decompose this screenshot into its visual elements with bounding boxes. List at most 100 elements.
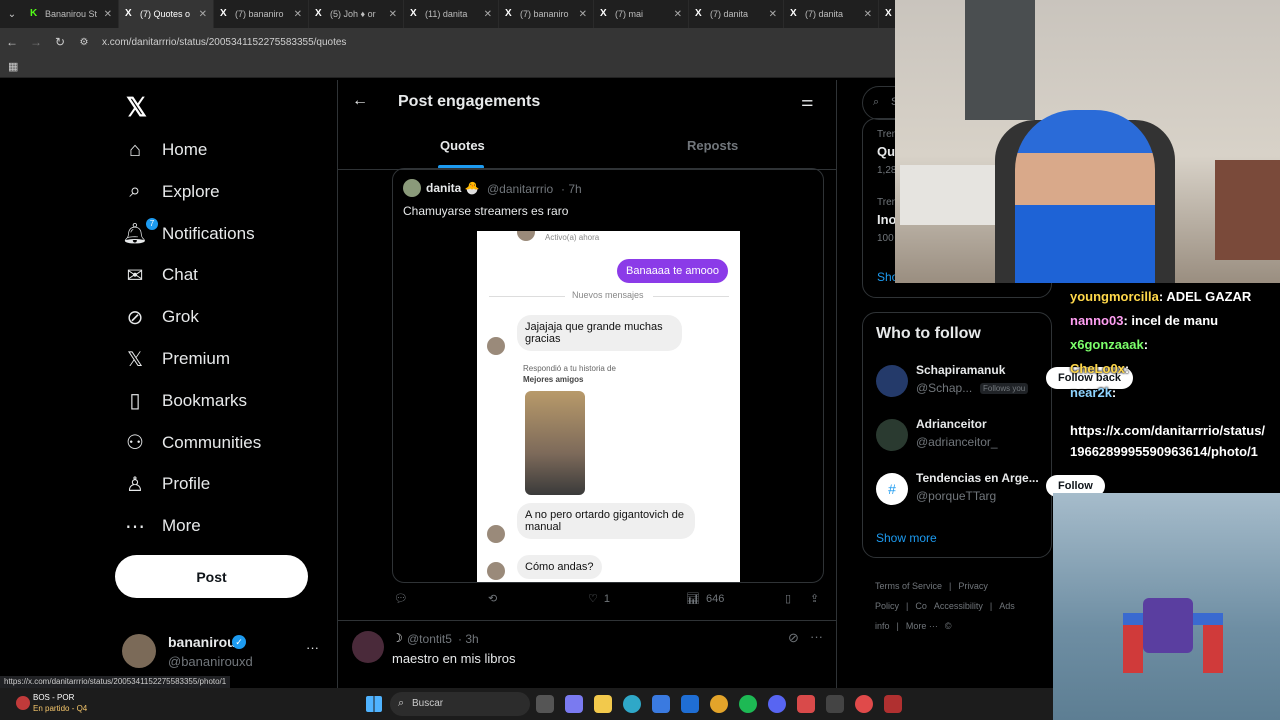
mail-icon: ✉ (126, 264, 144, 287)
follows-you-badge: Follows you (980, 383, 1029, 394)
views-button[interactable]: 📊︎ 646 (686, 592, 724, 606)
trend-name[interactable]: Ino (877, 212, 897, 227)
browser-tab[interactable]: X (7) Quotes o ✕ (119, 0, 214, 28)
bookmark-button[interactable]: ▯ (785, 592, 791, 605)
tab-close-icon[interactable]: ✕ (674, 9, 682, 20)
post-author-name[interactable]: ☽ (392, 631, 403, 645)
nav-item-explore[interactable]: ⌕ Explore (122, 174, 219, 210)
apps-grid-icon[interactable]: ▦ (8, 60, 18, 73)
repost-button[interactable]: ⟲ (488, 592, 497, 605)
post-author-name[interactable]: danita 🐣 (426, 181, 480, 195)
suggestion-name[interactable]: Tendencias en Arge... (916, 471, 1039, 485)
tab-close-icon[interactable]: ✕ (104, 9, 112, 20)
filter-settings-icon[interactable]: ⚌ (801, 93, 814, 110)
app-icon[interactable] (883, 695, 902, 713)
tab-title: (11) danita (425, 9, 468, 19)
post-author-handle[interactable]: @tontit5 (407, 632, 452, 646)
copilot-icon[interactable] (564, 695, 583, 713)
site-info-icon[interactable]: ⚙ (72, 37, 96, 48)
nav-item-notifications[interactable]: 🔔︎ 7 Notifications (122, 216, 255, 252)
nav-item-bookmarks[interactable]: ▯ Bookmarks (122, 383, 247, 419)
post-text: maestro en mis libros (392, 651, 516, 666)
store-icon[interactable] (651, 695, 670, 713)
taskbar-search[interactable]: ⌕ Buscar (390, 692, 530, 716)
post-time: · 3h (458, 632, 479, 646)
footer-link[interactable]: Accessibility (934, 601, 983, 611)
footer-link[interactable]: Terms of Service (875, 581, 942, 591)
account-more-icon[interactable]: ··· (306, 640, 319, 655)
share-button[interactable]: ⇪ (810, 592, 819, 605)
show-more-link[interactable]: Show more (876, 531, 937, 545)
quoted-post[interactable]: danita 🐣 @danitarrrio · 7h Chamuyarse st… (392, 168, 824, 583)
footer-link[interactable]: © (945, 621, 952, 631)
nav-item-more[interactable]: ⋯ More (122, 508, 201, 544)
nav-item-chat[interactable]: ✉ Chat (122, 257, 198, 293)
footer-link[interactable]: More ··· (906, 621, 938, 631)
spotify-icon[interactable] (738, 695, 757, 713)
url-input[interactable]: x.com/danitarrrio/status/200534115227558… (102, 37, 346, 48)
footer-link[interactable]: Co (915, 601, 927, 611)
back-arrow-icon[interactable]: ← (0, 35, 24, 49)
browser-tab[interactable]: X (7) bananiro ✕ (499, 0, 594, 28)
edge-icon[interactable] (622, 695, 641, 713)
nav-item-profile[interactable]: ♙ Profile (122, 466, 210, 502)
browser-tab[interactable]: X (11) danita ✕ (404, 0, 499, 28)
outlook-icon[interactable] (680, 695, 699, 713)
tab-close-icon[interactable]: ✕ (769, 9, 777, 20)
account-switcher[interactable]: bananirou ✓ @bananirouxd ··· (122, 632, 332, 672)
suggestion-name[interactable]: Schapiramanuk (916, 363, 1005, 377)
nav-item-premium[interactable]: 𝕏 Premium (122, 341, 230, 377)
footer-separator: | (906, 601, 909, 611)
app-icon[interactable] (825, 695, 844, 713)
follow-suggestion[interactable]: # Tendencias en Arge... @porqueTTarg Follow (876, 471, 1105, 511)
app-icon[interactable] (796, 695, 815, 713)
tab-reposts[interactable]: Reposts (687, 138, 738, 153)
tab-quotes[interactable]: Quotes (440, 138, 485, 153)
post-button[interactable]: Post (115, 555, 308, 598)
streamer-webcam (895, 0, 1280, 283)
reload-icon[interactable]: ↻ (48, 35, 72, 49)
post-author-handle[interactable]: @danitarrrio (487, 182, 553, 196)
nav-item-communities[interactable]: ⚇ Communities (122, 425, 261, 461)
app-icon[interactable] (854, 695, 873, 713)
suggestion-name[interactable]: Adrianceitor (916, 417, 987, 431)
tab-close-icon[interactable]: ✕ (389, 9, 397, 20)
tab-close-icon[interactable]: ✕ (294, 9, 302, 20)
task-view-icon[interactable] (535, 695, 554, 713)
second-post[interactable]: ☽ @tontit5 · 3h ⊘ ··· maestro en mis lib… (338, 621, 836, 690)
post-image[interactable]: Activo(a) ahora Banaaaa te amooo Nuevos … (477, 231, 740, 582)
nav-item-label: Notifications (162, 223, 255, 243)
browser-tab[interactable]: X (7) danita ✕ (689, 0, 784, 28)
trend-count: 1,28 (877, 165, 897, 176)
file-explorer-icon[interactable] (593, 695, 612, 713)
browser-tab[interactable]: X (7) mai ✕ (594, 0, 689, 28)
nav-item-label: Profile (162, 474, 211, 494)
chrome-icon[interactable] (709, 695, 728, 713)
tab-list-button[interactable]: ⌄ (0, 9, 24, 20)
nav-item-home[interactable]: ⌂ Home (122, 132, 207, 168)
like-button[interactable]: ♡ 1 (588, 592, 610, 606)
tab-close-icon[interactable]: ✕ (579, 9, 587, 20)
chat-username: nanno03 (1070, 313, 1124, 328)
follow-suggestion[interactable]: Adrianceitor @adrianceitor_ (876, 417, 1052, 457)
follow-suggestion[interactable]: Schapiramanuk @Schap... Follows you Follow … (876, 363, 1133, 403)
communities-icon: ⚇ (126, 432, 144, 455)
forward-arrow-icon[interactable]: → (24, 35, 48, 49)
browser-tab[interactable]: K Bananirou St ✕ (24, 0, 119, 28)
who-to-follow-title: Who to follow (876, 325, 981, 342)
back-arrow-icon[interactable]: ← (352, 92, 368, 110)
post-more-icon[interactable]: ··· (810, 629, 823, 644)
browser-tab[interactable]: X (7) bananiro ✕ (214, 0, 309, 28)
tab-close-icon[interactable]: ✕ (864, 9, 872, 20)
tab-close-icon[interactable]: ✕ (484, 9, 492, 20)
x-logo-icon[interactable]: 𝕏 (126, 92, 147, 123)
reply-button[interactable]: 💬︎ (394, 592, 408, 605)
discord-icon[interactable] (767, 695, 786, 713)
windows-start-icon[interactable] (366, 696, 382, 712)
browser-tab[interactable]: X (5) Joh ♦ or ✕ (309, 0, 404, 28)
grok-icon[interactable]: ⊘ (788, 630, 799, 646)
tab-close-icon[interactable]: ✕ (199, 9, 207, 20)
browser-tab[interactable]: X (7) danita ✕ (784, 0, 879, 28)
sports-widget[interactable]: BOS - POR En partido - Q4 (0, 688, 130, 720)
nav-item-grok[interactable]: ⊘ Grok (122, 299, 199, 335)
